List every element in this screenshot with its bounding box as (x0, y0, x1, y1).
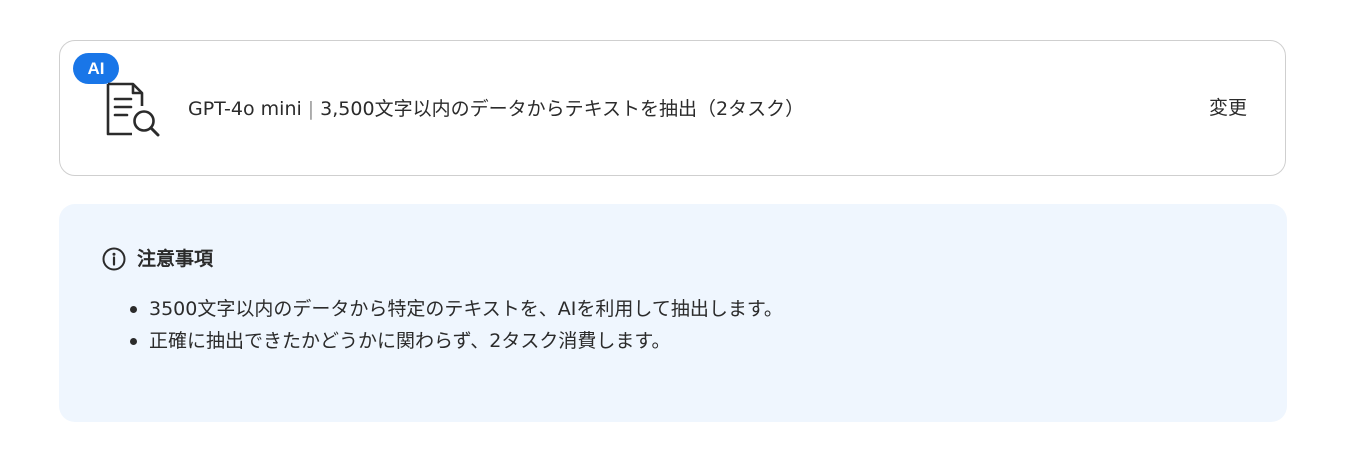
bullet-icon (130, 306, 137, 313)
notice-item-text: 3500文字以内のデータから特定のテキストを、AIを利用して抽出します。 (149, 298, 783, 320)
list-item: 正確に抽出できたかどうかに関わらず、2タスク消費します。 (127, 325, 783, 357)
notice-title: 注意事項 (137, 248, 214, 270)
notice-list: 3500文字以内のデータから特定のテキストを、AIを利用して抽出します。 正確に… (127, 293, 783, 357)
document-search-icon (106, 82, 160, 137)
bullet-icon (130, 338, 137, 345)
change-button[interactable]: 変更 (1209, 93, 1247, 123)
info-icon (102, 247, 126, 271)
notice-header: 注意事項 (101, 246, 213, 272)
separator: | (307, 98, 315, 120)
model-summary: GPT-4o mini | 3,500文字以内のデータからテキストを抽出（2タスク） (188, 95, 804, 123)
list-item: 3500文字以内のデータから特定のテキストを、AIを利用して抽出します。 (127, 293, 783, 325)
model-description: 3,500文字以内のデータからテキストを抽出（2タスク） (320, 98, 805, 120)
model-name: GPT-4o mini (188, 98, 302, 120)
notice-item-text: 正確に抽出できたかどうかに関わらず、2タスク消費します。 (149, 330, 671, 352)
notice-panel: 注意事項 3500文字以内のデータから特定のテキストを、AIを利用して抽出します… (59, 204, 1287, 422)
model-selection-card: AI GPT-4o mini | 3,500文字以内のデータからテキストを抽出（2タ… (59, 40, 1286, 176)
